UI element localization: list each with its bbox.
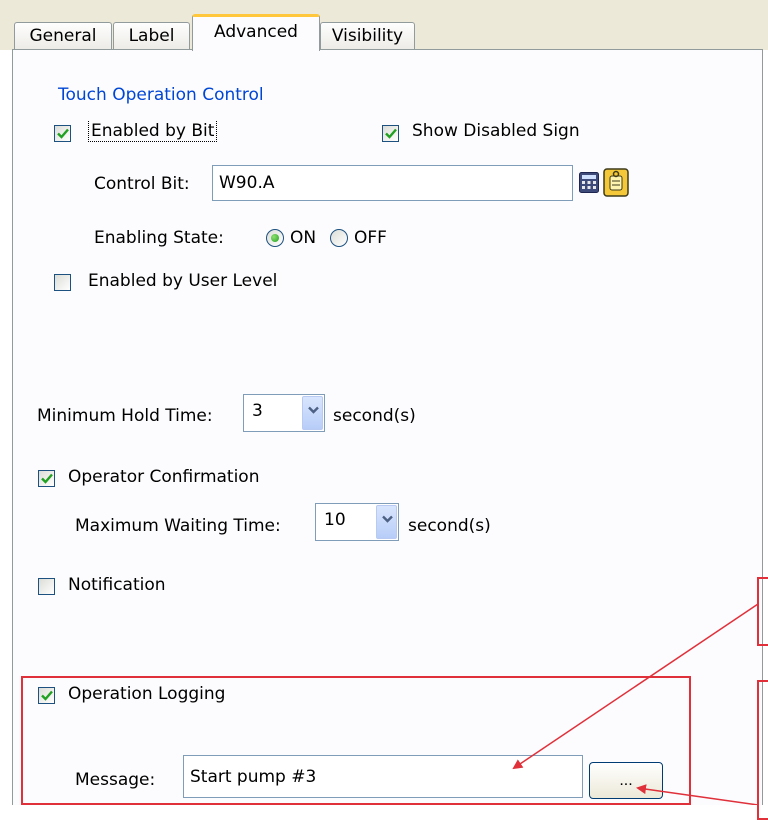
- max-waiting-time-value: 10: [324, 510, 346, 530]
- notification-label[interactable]: Notification: [68, 575, 166, 595]
- enabling-state-off-radio[interactable]: [330, 229, 348, 247]
- control-bit-input[interactable]: [212, 165, 573, 201]
- check-icon: [41, 473, 53, 484]
- annotation-box-logging: [21, 676, 691, 805]
- annotation-callout-bottom: [757, 680, 768, 820]
- max-waiting-time-unit: second(s): [408, 516, 491, 536]
- enabled-by-user-level-label[interactable]: Enabled by User Level: [88, 271, 277, 291]
- tag-browse-icon[interactable]: [603, 168, 629, 197]
- show-disabled-sign-checkbox[interactable]: [382, 125, 399, 142]
- max-waiting-time-label: Maximum Waiting Time:: [75, 516, 281, 536]
- show-disabled-sign-label[interactable]: Show Disabled Sign: [412, 121, 580, 141]
- min-hold-time-unit: second(s): [333, 406, 416, 426]
- tab-advanced[interactable]: Advanced: [192, 14, 320, 51]
- dropdown-arrow[interactable]: [376, 505, 397, 539]
- dropdown-arrow[interactable]: [302, 396, 323, 430]
- enabled-by-user-level-checkbox[interactable]: [54, 274, 71, 291]
- radio-selected-dot: [271, 234, 279, 242]
- group-legend: Touch Operation Control: [55, 85, 267, 105]
- tab-general[interactable]: General: [14, 22, 112, 50]
- address-calculator-icon[interactable]: [579, 172, 599, 193]
- enabling-state-on-label[interactable]: ON: [290, 228, 316, 248]
- operator-confirmation-checkbox[interactable]: [38, 470, 55, 487]
- max-waiting-time-dropdown[interactable]: 10: [315, 503, 399, 541]
- notification-checkbox[interactable]: [38, 578, 55, 595]
- min-hold-time-label: Minimum Hold Time:: [37, 406, 213, 426]
- enabling-state-label: Enabling State:: [94, 228, 224, 248]
- tab-visibility[interactable]: Visibility: [320, 22, 415, 50]
- annotation-callout-top: [757, 577, 768, 646]
- enabling-state-off-label[interactable]: OFF: [354, 228, 387, 248]
- enabled-by-bit-label[interactable]: Enabled by Bit: [88, 121, 218, 142]
- min-hold-time-value: 3: [252, 401, 263, 421]
- check-icon: [385, 128, 397, 139]
- enabled-by-bit-checkbox[interactable]: [54, 125, 71, 142]
- control-bit-label: Control Bit:: [94, 174, 190, 194]
- chevron-down-icon: [382, 515, 393, 523]
- min-hold-time-dropdown[interactable]: 3: [243, 394, 325, 432]
- operator-confirmation-label[interactable]: Operator Confirmation: [68, 467, 259, 487]
- enabling-state-on-radio[interactable]: [266, 229, 284, 247]
- chevron-down-icon: [308, 406, 319, 414]
- tab-label[interactable]: Label: [113, 22, 190, 50]
- check-icon: [57, 128, 69, 139]
